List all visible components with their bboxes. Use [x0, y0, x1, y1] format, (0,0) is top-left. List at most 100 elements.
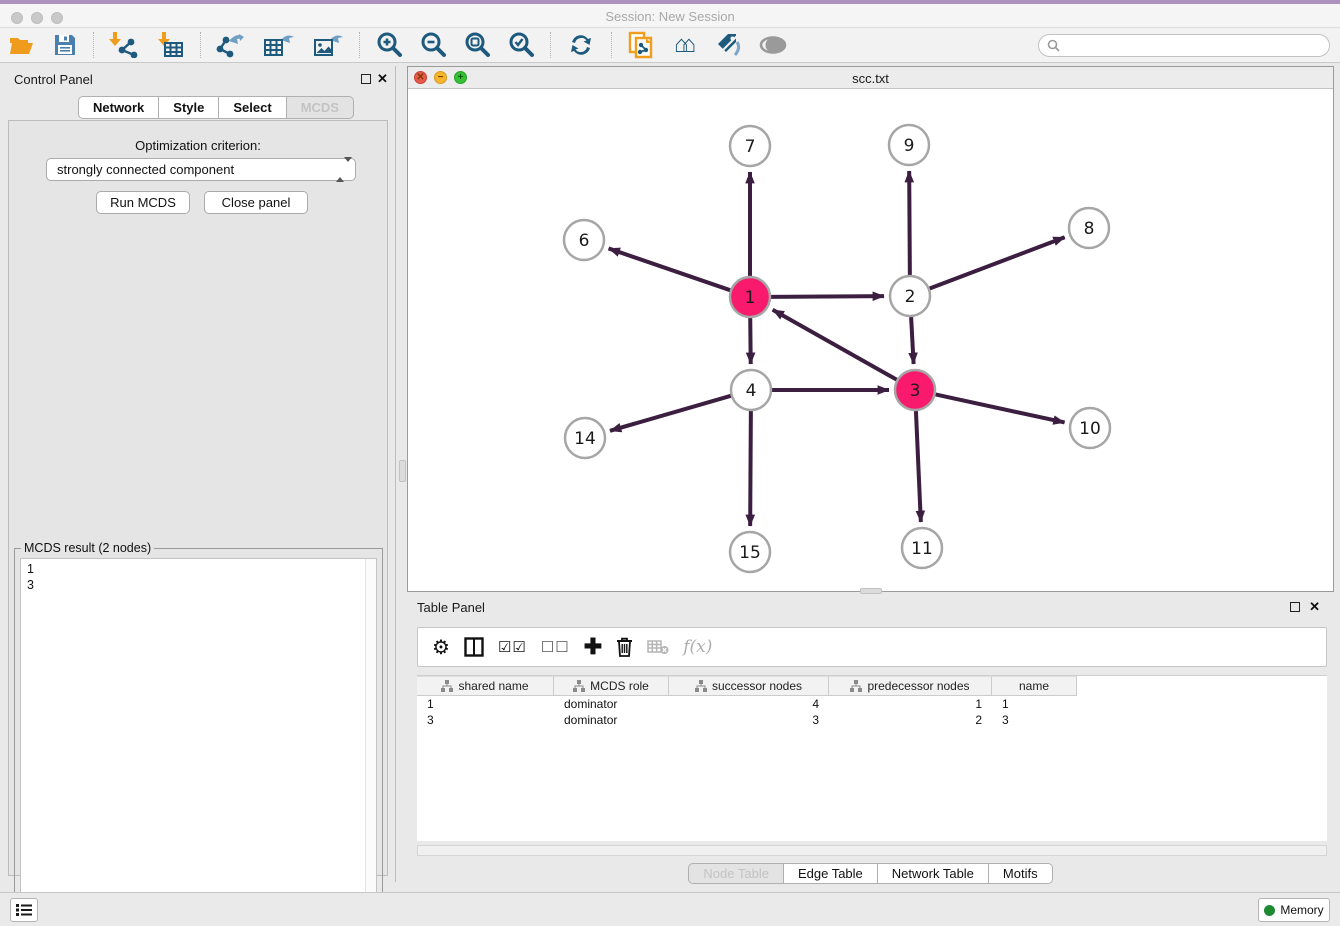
show-hide-icon[interactable]: [751, 30, 795, 60]
application-window: Session: New Session: [0, 0, 1340, 926]
tab-select[interactable]: Select: [219, 96, 286, 119]
column-header-name[interactable]: name: [992, 676, 1077, 696]
first-neighbors-icon[interactable]: ⌂⌂: [663, 30, 707, 60]
edge-1-6[interactable]: [609, 248, 731, 290]
panel-splitter-handle[interactable]: [399, 460, 406, 482]
export-image-icon[interactable]: [304, 30, 352, 60]
tab-network-table[interactable]: Network Table: [878, 863, 989, 884]
column-header-successor-nodes[interactable]: successor nodes: [669, 676, 829, 696]
function-builder-icon[interactable]: f(x): [683, 637, 712, 657]
tab-node-table[interactable]: Node Table: [688, 863, 784, 884]
column-header-shared-name[interactable]: shared name: [417, 676, 554, 696]
table-cell[interactable]: 3: [669, 712, 829, 728]
edge-1-2[interactable]: [771, 296, 884, 297]
edge-4-15[interactable]: [750, 411, 751, 526]
table-cell[interactable]: 3: [992, 712, 1077, 728]
table-cell[interactable]: 2: [829, 712, 992, 728]
edge-3-10[interactable]: [936, 394, 1065, 422]
zoom-in-icon[interactable]: [367, 30, 411, 60]
table-cell[interactable]: dominator: [554, 696, 669, 712]
zoom-fit-icon[interactable]: [455, 30, 499, 60]
tab-motifs[interactable]: Motifs: [989, 863, 1053, 884]
add-column-icon[interactable]: ✚: [584, 634, 602, 660]
hide-labels-icon[interactable]: [707, 30, 751, 60]
close-table-panel-icon[interactable]: ✕: [1309, 599, 1320, 615]
search-input[interactable]: [1065, 39, 1329, 53]
zoom-selected-icon[interactable]: [499, 30, 543, 60]
tab-mcds[interactable]: MCDS: [287, 96, 354, 119]
toolbar-separator: [93, 32, 94, 58]
table-cell[interactable]: 4: [669, 696, 829, 712]
save-session-icon[interactable]: [44, 30, 86, 60]
table-panel-title: Table Panel: [417, 600, 485, 615]
control-panel-title: Control Panel: [14, 72, 93, 87]
node-table[interactable]: shared nameMCDS rolesuccessor nodesprede…: [417, 675, 1327, 841]
hierarchy-icon: [441, 680, 453, 692]
control-panel-tabs: NetworkStyleSelectMCDS: [78, 96, 354, 119]
toolbar-separator: [200, 32, 201, 58]
show-columns-icon[interactable]: [464, 637, 484, 657]
export-network-icon[interactable]: [208, 30, 254, 60]
edge-4-14[interactable]: [610, 396, 731, 431]
edge-3-11[interactable]: [916, 411, 921, 522]
column-header-MCDS-role[interactable]: MCDS role: [554, 676, 669, 696]
deselect-all-icon[interactable]: ☐☐: [541, 638, 570, 656]
edge-3-1[interactable]: [773, 310, 897, 380]
import-table-icon[interactable]: [147, 30, 193, 60]
status-bar: Memory: [0, 892, 1340, 926]
toolbar-separator: [359, 32, 360, 58]
table-cell[interactable]: 3: [417, 712, 554, 728]
edge-2-3[interactable]: [911, 317, 914, 364]
search-icon: [1047, 39, 1060, 52]
main-toolbar: ⌂⌂: [0, 28, 1340, 63]
export-table-icon[interactable]: [254, 30, 304, 60]
toolbar-separator: [550, 32, 551, 58]
table-cell[interactable]: 1: [829, 696, 992, 712]
delete-column-icon[interactable]: [616, 637, 633, 657]
mcds-panel: Optimization criterion: strongly connect…: [8, 120, 388, 876]
graph-node-label: 3: [910, 381, 921, 401]
optimization-criterion-select[interactable]: strongly connected component: [46, 158, 356, 181]
mcds-result-lines: 13: [27, 561, 370, 593]
column-header-predecessor-nodes[interactable]: predecessor nodes: [829, 676, 992, 696]
optimization-criterion-value: strongly connected component: [57, 162, 234, 177]
table-row[interactable]: 3dominator323: [417, 712, 1327, 728]
graph-node-label: 15: [739, 543, 761, 563]
run-mcds-button[interactable]: Run MCDS: [96, 191, 190, 214]
tab-edge-table[interactable]: Edge Table: [784, 863, 878, 884]
search-box[interactable]: [1038, 34, 1330, 57]
table-cell[interactable]: 1: [417, 696, 554, 712]
network-view-window: ✕ − + scc.txt 7968124314101511: [407, 66, 1334, 592]
task-history-button[interactable]: [10, 898, 38, 922]
hierarchy-icon: [695, 680, 707, 692]
clone-network-icon[interactable]: [619, 30, 663, 60]
table-settings-icon[interactable]: ⚙: [432, 635, 450, 660]
network-graph[interactable]: 7968124314101511: [408, 89, 1333, 591]
tab-network[interactable]: Network: [78, 96, 159, 119]
float-table-panel-icon[interactable]: [1290, 602, 1300, 612]
close-panel-button[interactable]: Close panel: [204, 191, 308, 214]
apply-layout-icon[interactable]: [558, 30, 604, 60]
table-row[interactable]: 1dominator411: [417, 696, 1327, 712]
delete-table-icon[interactable]: [647, 639, 669, 655]
open-file-icon[interactable]: [0, 30, 44, 60]
zoom-out-icon[interactable]: [411, 30, 455, 60]
memory-button[interactable]: Memory: [1258, 898, 1330, 922]
table-cell[interactable]: 1: [992, 696, 1077, 712]
close-panel-icon[interactable]: ✕: [377, 71, 388, 87]
view-splitter-handle[interactable]: [860, 588, 882, 594]
table-cell[interactable]: dominator: [554, 712, 669, 728]
network-window-titlebar[interactable]: ✕ − + scc.txt: [408, 67, 1333, 89]
import-network-icon[interactable]: [101, 30, 147, 60]
result-scrollbar[interactable]: [365, 559, 376, 918]
mcds-result-text[interactable]: 13: [20, 558, 377, 919]
tab-style[interactable]: Style: [159, 96, 219, 119]
graph-node-label: 14: [574, 429, 596, 449]
table-scrollbar[interactable]: [417, 845, 1327, 856]
select-all-icon[interactable]: ☑☑: [498, 638, 527, 656]
titlebar[interactable]: Session: New Session: [0, 4, 1340, 28]
table-header-row: shared nameMCDS rolesuccessor nodesprede…: [417, 676, 1327, 696]
edge-2-8[interactable]: [930, 237, 1065, 288]
float-panel-icon[interactable]: [361, 74, 371, 84]
edge-2-9[interactable]: [909, 171, 910, 275]
